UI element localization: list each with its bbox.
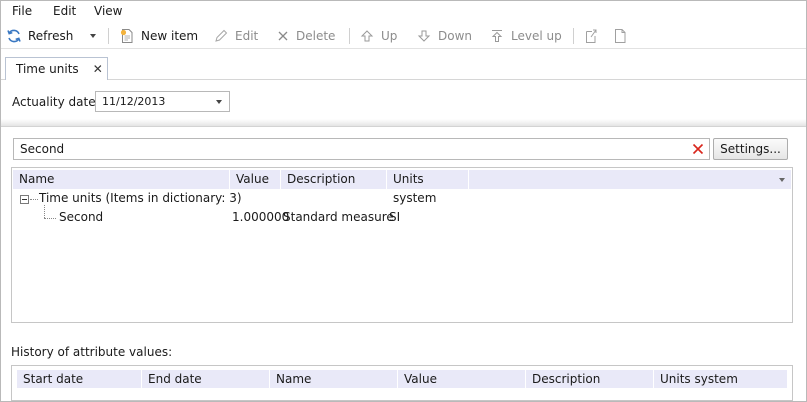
tree-root-label[interactable]: Time units (Items in dictionary: 3): [39, 189, 242, 207]
tree-connector: [30, 199, 38, 200]
column-header-name[interactable]: Name: [13, 170, 230, 189]
delete-label: Delete: [296, 29, 336, 43]
menu-view[interactable]: View: [94, 4, 122, 18]
chevron-down-icon[interactable]: [779, 178, 785, 182]
menu-edit[interactable]: Edit: [53, 4, 76, 18]
down-button[interactable]: Down: [416, 23, 472, 49]
export-icon: [583, 28, 599, 44]
history-grid: Start date End date Name Value Descripti…: [11, 365, 793, 401]
toolbar-separator: [349, 28, 350, 44]
actuality-date-label: Actuality date:: [12, 95, 100, 109]
row-description: Standard measure: [283, 210, 394, 224]
toolbar: Refresh New item Edit Delete Up Down Lev…: [1, 23, 806, 49]
refresh-dropdown-button[interactable]: [90, 23, 96, 49]
tree-connector: [44, 218, 56, 219]
level-up-label: Level up: [511, 29, 562, 43]
history-column-end-date[interactable]: End date: [142, 370, 270, 388]
up-button[interactable]: Up: [359, 23, 397, 49]
collapse-toggle[interactable]: [20, 195, 29, 204]
edit-label: Edit: [235, 29, 259, 43]
refresh-icon: [6, 28, 22, 44]
close-icon[interactable]: ✕: [93, 63, 103, 75]
search-input[interactable]: Second: [13, 138, 710, 160]
new-item-icon: [119, 28, 135, 44]
arrow-down-icon: [416, 28, 432, 44]
export-button[interactable]: [583, 23, 599, 49]
history-grid-header: Start date End date Name Value Descripti…: [17, 370, 787, 388]
actuality-date-select[interactable]: 11/12/2013: [95, 91, 230, 112]
history-column-name[interactable]: Name: [270, 370, 398, 388]
level-up-button[interactable]: Level up: [489, 23, 562, 49]
menu-file[interactable]: File: [12, 4, 32, 18]
chevron-down-icon: [90, 34, 96, 38]
delete-button[interactable]: Delete: [276, 23, 335, 49]
level-up-icon: [489, 28, 505, 44]
column-header-description[interactable]: Description: [281, 170, 387, 189]
toolbar-separator: [573, 28, 574, 44]
import-icon: [612, 28, 628, 44]
refresh-label: Refresh: [28, 29, 74, 43]
history-column-value[interactable]: Value: [398, 370, 526, 388]
new-item-label: New item: [141, 29, 199, 43]
toolbar-separator: [108, 28, 109, 44]
up-label: Up: [381, 29, 398, 43]
arrow-up-icon: [359, 28, 375, 44]
search-value: Second: [20, 142, 65, 156]
column-header-value[interactable]: Value: [230, 170, 281, 189]
row-units-system: SI: [389, 210, 401, 224]
tab-time-units[interactable]: Time units ✕: [5, 57, 108, 80]
delete-icon: [276, 29, 290, 43]
actuality-date-value: 11/12/2013: [102, 95, 166, 108]
history-column-units-system[interactable]: Units system: [654, 370, 787, 388]
tree-connector: [44, 205, 45, 218]
column-header-filler: [469, 170, 791, 189]
dictionary-grid: Name Value Description Units system Time…: [11, 167, 793, 323]
history-column-start-date[interactable]: Start date: [17, 370, 142, 388]
tab-strip-line: [108, 79, 806, 80]
menu-bar: File Edit View: [1, 1, 806, 21]
chevron-down-icon: [216, 100, 222, 104]
import-button[interactable]: [612, 23, 628, 49]
down-label: Down: [438, 29, 473, 43]
refresh-button[interactable]: Refresh: [6, 23, 73, 49]
edit-button[interactable]: Edit: [213, 23, 258, 49]
settings-button[interactable]: Settings...: [713, 138, 788, 160]
row-value: 1.000000: [232, 210, 290, 224]
clear-icon[interactable]: [690, 141, 706, 157]
history-label: History of attribute values:: [11, 345, 173, 359]
grid-header: Name Value Description Units system: [13, 170, 791, 205]
pencil-icon: [213, 28, 229, 44]
history-column-description[interactable]: Description: [526, 370, 654, 388]
splitter[interactable]: [1, 119, 806, 127]
new-item-button[interactable]: New item: [119, 23, 198, 49]
tab-label: Time units: [16, 62, 79, 76]
row-name: Second: [59, 210, 104, 224]
column-header-units-system[interactable]: Units system: [387, 170, 469, 205]
